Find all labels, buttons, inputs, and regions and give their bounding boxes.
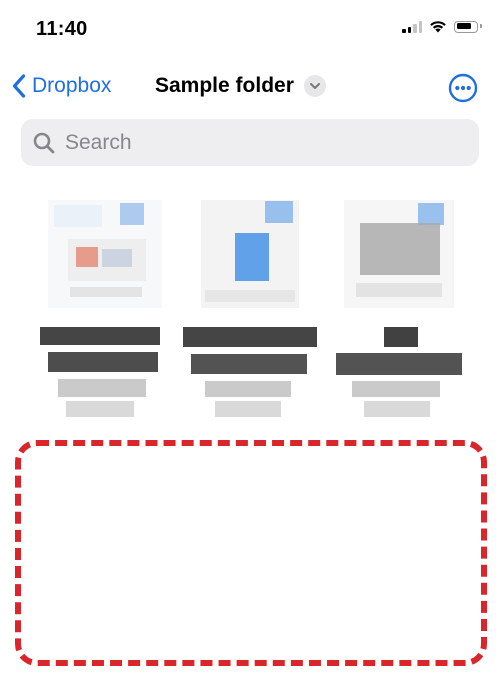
- folder-title-menu[interactable]: Sample folder: [155, 74, 326, 98]
- file-thumbnail[interactable]: [330, 195, 468, 430]
- wifi-icon: [430, 21, 446, 33]
- page-title: Sample folder: [155, 74, 294, 97]
- document-thumbnail-icon: [336, 200, 462, 417]
- document-thumbnail-icon: [183, 200, 317, 417]
- file-thumbnail[interactable]: [181, 195, 319, 430]
- back-button[interactable]: Dropbox: [12, 74, 111, 98]
- file-thumbnail[interactable]: [36, 195, 174, 430]
- search-input[interactable]: [63, 129, 447, 156]
- ellipsis-circle-icon: [448, 73, 478, 103]
- search-bar[interactable]: [21, 119, 479, 166]
- status-time: 11:40: [36, 18, 88, 40]
- status-bar: 11:40: [0, 0, 500, 60]
- status-icons: [402, 20, 482, 33]
- back-button-label: Dropbox: [32, 74, 112, 97]
- cellular-signal-icon: [402, 20, 422, 33]
- chevron-down-icon: [303, 75, 326, 97]
- more-options-button[interactable]: [448, 73, 478, 103]
- highlighted-empty-area: [15, 440, 487, 666]
- navigation-bar: Dropbox Sample folder: [0, 68, 500, 112]
- document-thumbnail-icon: [40, 200, 162, 417]
- battery-icon: [454, 20, 482, 33]
- file-grid: [0, 195, 500, 430]
- chevron-left-icon: [12, 74, 26, 98]
- search-icon: [33, 132, 55, 153]
